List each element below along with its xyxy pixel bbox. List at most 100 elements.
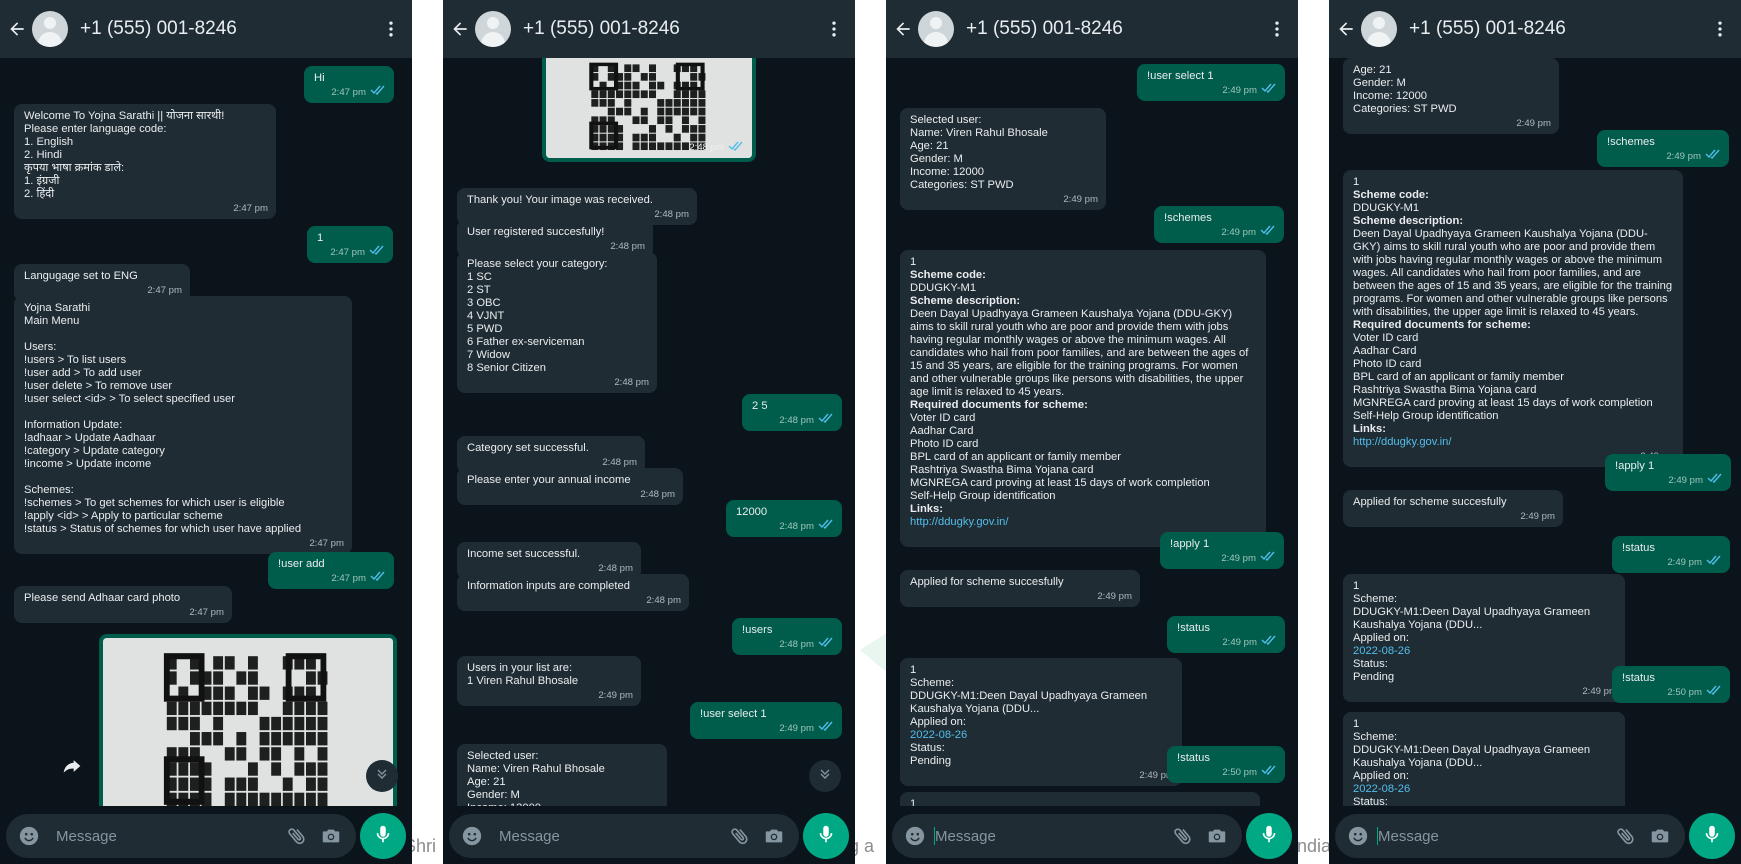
camera-icon[interactable] — [1200, 825, 1234, 847]
outgoing-message[interactable]: !apply 1 2:49 pm — [1160, 532, 1284, 569]
outgoing-message[interactable]: !status 2:49 pm — [1612, 536, 1730, 573]
outgoing-message[interactable]: !apply 1 2:49 pm — [1605, 454, 1731, 491]
outgoing-message[interactable]: !status 2:50 pm — [1612, 666, 1730, 703]
voice-message-button[interactable] — [360, 813, 406, 859]
scroll-to-bottom-button[interactable] — [809, 760, 841, 792]
contact-name[interactable]: +1 (555) 001-8246 — [1409, 18, 1705, 40]
message-placeholder[interactable]: Message — [56, 828, 280, 845]
outgoing-message[interactable]: !users 2:48 pm — [732, 618, 842, 655]
incoming-message[interactable]: 1 — [900, 792, 1260, 806]
contact-avatar[interactable] — [475, 11, 511, 47]
message-field[interactable]: Message — [449, 814, 799, 858]
forward-icon[interactable] — [62, 756, 82, 781]
more-options-icon[interactable] — [819, 0, 849, 58]
message-time: 2:48 pm — [779, 638, 814, 650]
emoji-icon[interactable] — [12, 825, 46, 847]
back-arrow-icon[interactable] — [445, 0, 475, 58]
incoming-message[interactable]: Welcome To Yojna Sarathi || योजना सारथी!… — [14, 104, 276, 219]
outgoing-message[interactable]: !status 2:50 pm — [1167, 746, 1285, 783]
read-receipt-icon — [1706, 555, 1722, 569]
attach-icon[interactable] — [280, 825, 314, 847]
incoming-message[interactable]: Please enter your annual income 2:48 pm — [457, 468, 683, 505]
read-receipt-icon — [370, 85, 386, 99]
outgoing-message[interactable]: !user add 2:47 pm — [268, 552, 394, 589]
scroll-to-bottom-button[interactable] — [366, 760, 398, 792]
more-options-icon[interactable] — [1262, 0, 1292, 58]
incoming-message[interactable]: 1 Scheme code: DDUGKY-M1 Scheme description… — [900, 250, 1266, 547]
contact-avatar[interactable] — [1361, 11, 1397, 47]
status-line: Status:Accepted — [1353, 796, 1615, 806]
message-time: 2:47 pm — [189, 607, 224, 618]
message-line: Please enter language code: — [24, 123, 167, 135]
outgoing-message[interactable]: 1 2:47 pm — [307, 226, 393, 263]
required-document: MGNREGA card proving at least 15 days of… — [1353, 397, 1653, 409]
more-options-icon[interactable] — [1705, 0, 1735, 58]
more-options-icon[interactable] — [376, 0, 406, 58]
applied-date[interactable]: 2022-08-26 — [910, 729, 967, 741]
applied-on-label: Applied on: — [1353, 770, 1409, 782]
incoming-message[interactable]: 1 Scheme: DDUGKY-M1:Deen Dayal Upadhyaya G… — [900, 658, 1182, 786]
outgoing-message[interactable]: 12000 2:48 pm — [726, 500, 842, 537]
incoming-message[interactable]: 1 Scheme: DDUGKY-M1:Deen Dayal Upadhyaya G… — [1343, 712, 1625, 806]
back-arrow-icon[interactable] — [888, 0, 918, 58]
incoming-message[interactable]: Information inputs are completed 2:48 pm — [457, 574, 689, 611]
attach-icon[interactable] — [1166, 825, 1200, 847]
camera-icon[interactable] — [1643, 825, 1677, 847]
image-message[interactable] — [99, 634, 397, 806]
applied-date[interactable]: 2022-08-26 — [1353, 783, 1410, 795]
contact-avatar[interactable] — [918, 11, 954, 47]
emoji-icon[interactable] — [1341, 825, 1375, 847]
voice-message-button[interactable] — [1689, 813, 1735, 859]
incoming-message[interactable]: Users in your list are: 1 Viren Rahul Bho… — [457, 656, 641, 706]
outgoing-message[interactable]: !schemes 2:49 pm — [1597, 130, 1729, 167]
scheme-link[interactable]: http://ddugky.gov.in/ — [910, 516, 1256, 529]
camera-icon[interactable] — [757, 825, 791, 847]
contact-name[interactable]: +1 (555) 001-8246 — [966, 18, 1262, 40]
contact-name[interactable]: +1 (555) 001-8246 — [80, 18, 376, 40]
read-receipt-icon — [818, 637, 834, 651]
incoming-message[interactable]: Please send Adhaar card photo 2:47 pm — [14, 586, 232, 623]
outgoing-message[interactable]: !schemes 2:49 pm — [1154, 206, 1284, 243]
message-field[interactable]: Message — [892, 814, 1242, 858]
emoji-icon[interactable] — [455, 825, 489, 847]
contact-name[interactable]: +1 (555) 001-8246 — [523, 18, 819, 40]
attach-icon[interactable] — [1609, 825, 1643, 847]
back-arrow-icon[interactable] — [1331, 0, 1361, 58]
voice-message-button[interactable] — [803, 813, 849, 859]
message-placeholder[interactable]: Message — [1378, 828, 1609, 845]
contact-avatar[interactable] — [32, 11, 68, 47]
scheme-link[interactable]: http://ddugky.gov.in/ — [1353, 436, 1673, 449]
voice-message-button[interactable] — [1246, 813, 1292, 859]
incoming-message[interactable]: Selected user: Name: Viren Rahul Bhosale A… — [457, 744, 667, 806]
incoming-message[interactable]: Applied for scheme succesfully 2:49 pm — [900, 570, 1140, 607]
incoming-message[interactable]: Please select your category: 1 SC 2 ST 3 OB… — [457, 252, 657, 393]
message-field[interactable]: Message — [6, 814, 356, 858]
emoji-icon[interactable] — [898, 825, 932, 847]
incoming-message[interactable]: 1 Scheme: DDUGKY-M1:Deen Dayal Upadhyaya G… — [1343, 574, 1625, 702]
applied-date[interactable]: 2022-08-26 — [1353, 645, 1410, 657]
message-meta: 2:50 pm — [1222, 765, 1277, 779]
required-document: Self-Help Group identification — [1353, 410, 1499, 422]
message-field[interactable]: Message — [1335, 814, 1685, 858]
outgoing-message[interactable]: !status 2:49 pm — [1167, 616, 1285, 653]
incoming-message[interactable]: Applied for scheme succesfully 2:49 pm — [1343, 490, 1563, 527]
incoming-message[interactable]: Selected user: Name: Viren Rahul Bhosale A… — [900, 108, 1106, 210]
outgoing-message[interactable]: !user select 1 2:49 pm — [1137, 64, 1285, 101]
incoming-message[interactable]: 1 Scheme code: DDUGKY-M1 Scheme description… — [1343, 170, 1683, 467]
image-message[interactable]: 2:48 pm — [542, 58, 756, 162]
incoming-message[interactable]: Yojna Sarathi Main Menu Users: !users > To… — [14, 296, 352, 554]
required-document: Photo ID card — [1353, 358, 1422, 370]
message-line: User registered succesfully! — [467, 226, 605, 238]
message-placeholder[interactable]: Message — [499, 828, 723, 845]
background-text-right: ndia — [1297, 836, 1332, 856]
scheme-code-line: Scheme code: DDUGKY-M1 — [1353, 189, 1673, 215]
attach-icon[interactable] — [723, 825, 757, 847]
outgoing-message[interactable]: 2 5 2:48 pm — [742, 394, 842, 431]
message-time: 2:48 pm — [614, 377, 649, 388]
outgoing-message[interactable]: Hi 2:47 pm — [304, 66, 394, 103]
camera-icon[interactable] — [314, 825, 348, 847]
incoming-message[interactable]: Age: 21 Gender: M Income: 12000 Categories:… — [1343, 58, 1559, 134]
back-arrow-icon[interactable] — [2, 0, 32, 58]
message-placeholder[interactable]: Message — [935, 828, 1166, 845]
outgoing-message[interactable]: !user select 1 2:49 pm — [690, 702, 842, 739]
